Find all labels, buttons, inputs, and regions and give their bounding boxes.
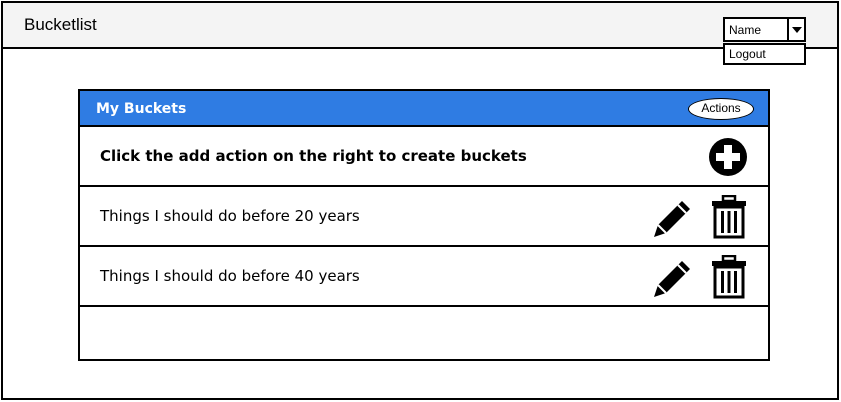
buckets-panel: My Buckets Actions Click the add action … <box>78 89 770 361</box>
bucket-row: Things I should do before 20 years <box>80 187 768 247</box>
bucket-row: Things I should do before 40 years <box>80 247 768 307</box>
bucket-label: Things I should do before 40 years <box>100 267 360 285</box>
add-hint-text: Click the add action on the right to cre… <box>100 147 527 165</box>
chevron-down-icon <box>792 27 802 33</box>
user-select-value: Name <box>729 23 762 37</box>
panel-title: My Buckets <box>96 101 187 117</box>
edit-icon[interactable] <box>650 197 694 241</box>
logout-label: Logout <box>729 47 766 61</box>
trash-icon[interactable] <box>710 255 748 299</box>
logout-menu-item[interactable]: Logout <box>723 43 806 65</box>
edit-icon[interactable] <box>650 257 694 301</box>
add-bucket-row: Click the add action on the right to cre… <box>80 127 768 187</box>
user-select[interactable]: Name <box>723 17 806 42</box>
app-title: Bucketlist <box>24 15 97 34</box>
actions-button[interactable]: Actions <box>688 98 754 120</box>
trash-icon[interactable] <box>710 195 748 239</box>
user-select-toggle[interactable] <box>787 19 804 40</box>
bucket-label: Things I should do before 20 years <box>100 207 360 225</box>
top-bar: Bucketlist Name Logout <box>3 3 837 65</box>
panel-header: My Buckets Actions <box>80 91 768 127</box>
add-icon[interactable] <box>708 137 748 177</box>
app-window: Bucketlist Name Logout My Buckets Action… <box>1 1 839 400</box>
